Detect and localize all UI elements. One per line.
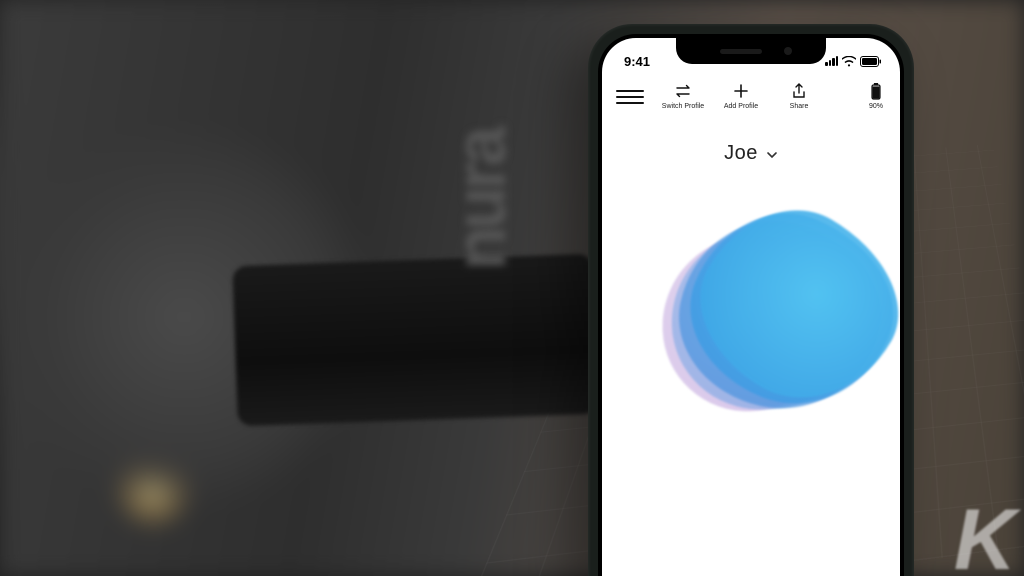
app-screen: 9:41 (602, 38, 900, 576)
brand-logo-text: nura (440, 130, 522, 270)
phone-bezel: 9:41 (598, 34, 904, 576)
device-battery-icon (866, 82, 886, 100)
profile-name: Joe (724, 142, 758, 165)
device-battery-label: 90% (869, 103, 883, 110)
plus-icon (731, 82, 751, 100)
scene-background: nura K 9:41 (0, 0, 1024, 576)
app-toolbar: Switch Profile Add Profile Share (602, 76, 900, 120)
share-icon (789, 82, 809, 100)
chevron-down-icon (766, 148, 778, 160)
wifi-icon (842, 56, 856, 67)
battery-icon (860, 56, 882, 67)
phone-notch (676, 38, 826, 64)
switch-profile-label: Switch Profile (662, 103, 704, 110)
headband (232, 254, 597, 426)
switch-profile-button[interactable]: Switch Profile (654, 82, 712, 110)
share-label: Share (790, 103, 809, 110)
add-profile-button[interactable]: Add Profile (712, 82, 770, 110)
watermark-letter: K (954, 491, 1016, 576)
hearing-profile-visualization (602, 195, 900, 455)
cellular-signal-icon (825, 56, 838, 66)
profile-selector[interactable]: Joe (602, 142, 900, 165)
status-indicators (825, 56, 882, 67)
status-time: 9:41 (624, 54, 650, 69)
device-battery-indicator: 90% (858, 82, 886, 110)
share-button[interactable]: Share (770, 82, 828, 110)
menu-button[interactable] (616, 82, 644, 108)
add-profile-label: Add Profile (724, 103, 758, 110)
phone-frame: 9:41 (588, 24, 914, 576)
switch-icon (673, 82, 693, 100)
